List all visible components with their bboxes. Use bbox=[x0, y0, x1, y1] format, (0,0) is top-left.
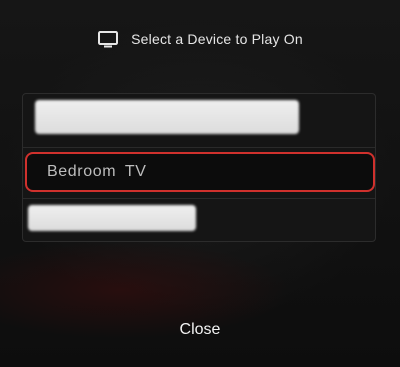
selected-device-highlight[interactable]: Bedroom TV bbox=[25, 152, 375, 192]
close-button[interactable]: Close bbox=[150, 316, 250, 344]
device-option[interactable] bbox=[23, 198, 375, 242]
dialog-title: Select a Device to Play On bbox=[131, 31, 303, 47]
dialog-header: Select a Device to Play On bbox=[0, 28, 400, 50]
redacted-device-name bbox=[35, 100, 299, 134]
device-name: Bedroom TV bbox=[47, 163, 147, 180]
device-option-selected[interactable]: Bedroom TV bbox=[23, 152, 375, 196]
device-option[interactable] bbox=[23, 94, 375, 148]
device-list: Bedroom TV bbox=[22, 93, 376, 242]
redacted-device-name bbox=[28, 205, 196, 231]
tv-icon bbox=[97, 30, 119, 48]
